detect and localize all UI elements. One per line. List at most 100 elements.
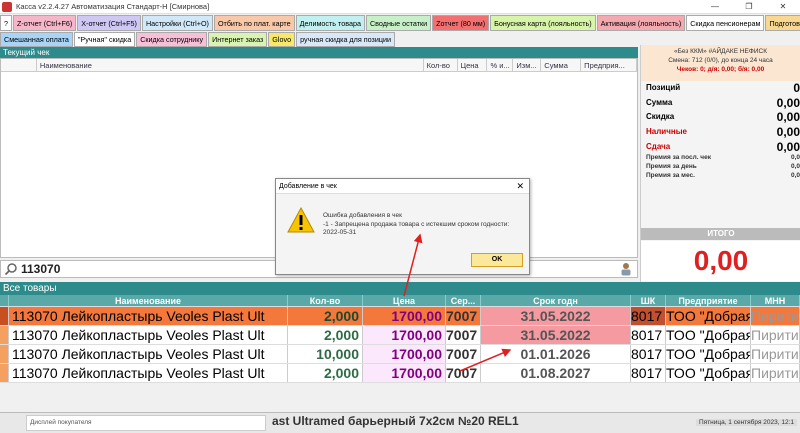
shift-status: Смена: 712 (0/0), до конца 24 часа xyxy=(668,57,773,64)
warning-icon xyxy=(287,207,315,233)
barcode: 8017 xyxy=(631,364,666,382)
check-column-header[interactable]: Наименование xyxy=(37,59,424,71)
series: 7007 xyxy=(446,326,481,344)
toolbar-button[interactable]: Настройки (Ctrl+O) xyxy=(141,15,213,31)
toolbar-button[interactable]: Скидка сотруднику xyxy=(136,32,208,47)
inn: Пирити xyxy=(751,326,800,344)
barcode: 8017 xyxy=(631,326,666,344)
check-column-header[interactable]: Изм... xyxy=(513,59,542,71)
toolbar-button[interactable]: ? xyxy=(0,15,12,31)
dialog-message: Ошибка добавления в чек -1 - Запрещена п… xyxy=(323,212,509,238)
toolbar-button[interactable]: Подготовить чек по безна xyxy=(765,15,800,31)
change-label: Сдача xyxy=(646,142,671,151)
sum-value: 0,00 xyxy=(776,96,800,110)
check-column-header[interactable]: Цена xyxy=(458,59,488,71)
goods-column-header[interactable]: Предприятие xyxy=(666,295,751,306)
company: ТОО "Добрая А xyxy=(666,307,751,325)
row-indicator xyxy=(0,307,9,325)
goods-column-header[interactable]: Наименование xyxy=(9,295,288,306)
cash-label: Наличные xyxy=(646,127,687,136)
check-column-header[interactable] xyxy=(1,59,37,71)
table-row[interactable]: 113070 Лейкопластырь Veoles Plast Ult 2,0… xyxy=(0,326,800,345)
bonus-month-label: Премия за мес. xyxy=(646,172,695,179)
price: 1700,00 xyxy=(363,326,446,344)
bonus-day-label: Премия за день xyxy=(646,163,697,170)
inn: Пирити xyxy=(751,307,800,325)
goods-column-header[interactable]: Срок годн xyxy=(481,295,631,306)
toolbar-button[interactable]: ручная скидка для позиции xyxy=(296,32,395,47)
dialog-title: Добавление в чек xyxy=(276,179,529,194)
user-icon[interactable] xyxy=(619,262,633,276)
toolbar-button[interactable]: Смешанная оплата xyxy=(0,32,73,47)
price: 1700,00 xyxy=(363,345,446,363)
discount-value: 0,00 xyxy=(776,110,800,124)
toolbar-button[interactable]: Отбить по плат. карте xyxy=(213,15,295,31)
error-reason: -1 - Запрещена продажа товара с истекшим… xyxy=(323,220,510,228)
search-icon xyxy=(4,263,17,276)
discount-label: Скидка xyxy=(646,112,675,121)
minimize-button[interactable]: — xyxy=(698,0,732,14)
inn: Пирити xyxy=(751,345,800,363)
current-check-columns: Наименование Кол-во Цена% и... Изм... Сумма П… xyxy=(1,59,637,72)
goods-column-header[interactable]: Сер... xyxy=(446,295,481,306)
close-window-button[interactable]: ✕ xyxy=(766,0,800,14)
toolbar-button[interactable]: Сводные остатки xyxy=(365,15,432,31)
goods-header: Все товары xyxy=(0,282,800,295)
table-row[interactable]: 113070 Лейкопластырь Veoles Plast Ult 10,… xyxy=(0,345,800,364)
total-value: 0,00 xyxy=(641,241,800,281)
toolbar-button[interactable]: Скидка пенсионерам xyxy=(686,15,765,31)
ok-button[interactable]: OK xyxy=(471,253,523,267)
scrolling-product-name: ast Ultramed барьерный 7x2см №20 REL1 xyxy=(272,414,519,428)
bonus-month-value: 0,0 xyxy=(790,172,800,179)
product-name: 113070 Лейкопластырь Veoles Plast Ult xyxy=(9,345,288,363)
cash-value: 0,00 xyxy=(776,125,800,139)
bonus-check-value: 0,0 xyxy=(790,154,800,161)
app-icon xyxy=(2,1,12,12)
checks-summary: Чеков: 0; д/я: 0,00; б/я: 0,00 xyxy=(676,66,765,73)
price: 1700,00 xyxy=(363,307,446,325)
error-date: 2022-05-31 xyxy=(323,229,357,236)
series: 7007 xyxy=(446,307,481,325)
bonus-day-value: 0,0 xyxy=(790,163,800,170)
toolbar-button[interactable]: Активация (лояльность) xyxy=(596,15,686,31)
maximize-button[interactable]: ❐ xyxy=(732,0,766,14)
goods-column-header[interactable]: Цена xyxy=(363,295,446,306)
positions-label: Позиций xyxy=(646,83,681,92)
bonus-check-label: Премия за посл. чек xyxy=(646,154,711,161)
company: ТОО "Добрая А xyxy=(666,345,751,363)
goods-column-header[interactable]: МНН xyxy=(751,295,800,306)
goods-table-header: Наименование Кол-во Цена Сер... Срок годн ШК П… xyxy=(0,295,800,307)
toolbar-button[interactable]: X-отчет (Ctrl+F5) xyxy=(77,15,141,31)
toolbar-button[interactable]: Glovo xyxy=(268,32,296,47)
check-column-header[interactable]: Кол-во xyxy=(424,59,458,71)
product-name: 113070 Лейкопластырь Veoles Plast Ult xyxy=(9,326,288,344)
status-bar: Дисплей покупателя ast Ultramed барьерны… xyxy=(0,412,800,433)
company: ТОО "Добрая А xyxy=(666,326,751,344)
toolbar-button[interactable]: Интернет заказ xyxy=(208,32,268,47)
shift-info: «Без ККМ» #АЙДАКЕ НЕФИСК Смена: 712 (0/0… xyxy=(641,45,800,81)
price: 1700,00 xyxy=(363,364,446,382)
toolbar-button[interactable]: Z-отчет (Ctrl+F6) xyxy=(13,15,77,31)
series: 7007 xyxy=(446,364,481,382)
check-column-header[interactable]: % и... xyxy=(487,59,514,71)
add-to-check-dialog: Добавление в чек ✕ Ошибка добавления в ч… xyxy=(275,178,530,275)
product-name: 113070 Лейкопластырь Veoles Plast Ult xyxy=(9,307,288,325)
toolbar-button[interactable]: "Ручная" скидка xyxy=(73,32,136,47)
table-row[interactable]: 113070 Лейкопластырь Veoles Plast Ult 2,0… xyxy=(0,364,800,383)
toolbar-button[interactable]: Zотчет (80 мм) xyxy=(432,15,490,31)
toolbar-button[interactable]: Бонусная карта (лояльность) xyxy=(490,15,596,31)
goods-column-header[interactable] xyxy=(0,295,9,306)
goods-table: Наименование Кол-во Цена Сер... Срок годн ШК П… xyxy=(0,295,800,383)
goods-column-header[interactable]: ШК xyxy=(631,295,666,306)
goods-column-header[interactable]: Кол-во xyxy=(288,295,363,306)
row-indicator xyxy=(0,364,9,382)
quantity: 10,000 xyxy=(288,345,363,363)
check-column-header[interactable]: Предприя... xyxy=(581,59,637,71)
change-value: 0,00 xyxy=(776,140,800,154)
check-column-header[interactable]: Сумма xyxy=(541,59,582,71)
table-row[interactable]: 113070 Лейкопластырь Veoles Plast Ult 2,0… xyxy=(0,307,800,326)
quantity: 2,000 xyxy=(288,326,363,344)
dialog-close-icon[interactable]: ✕ xyxy=(516,181,524,192)
expiry-date: 01.08.2027 xyxy=(481,364,631,382)
toolbar-button[interactable]: Делимость товара xyxy=(295,15,365,31)
